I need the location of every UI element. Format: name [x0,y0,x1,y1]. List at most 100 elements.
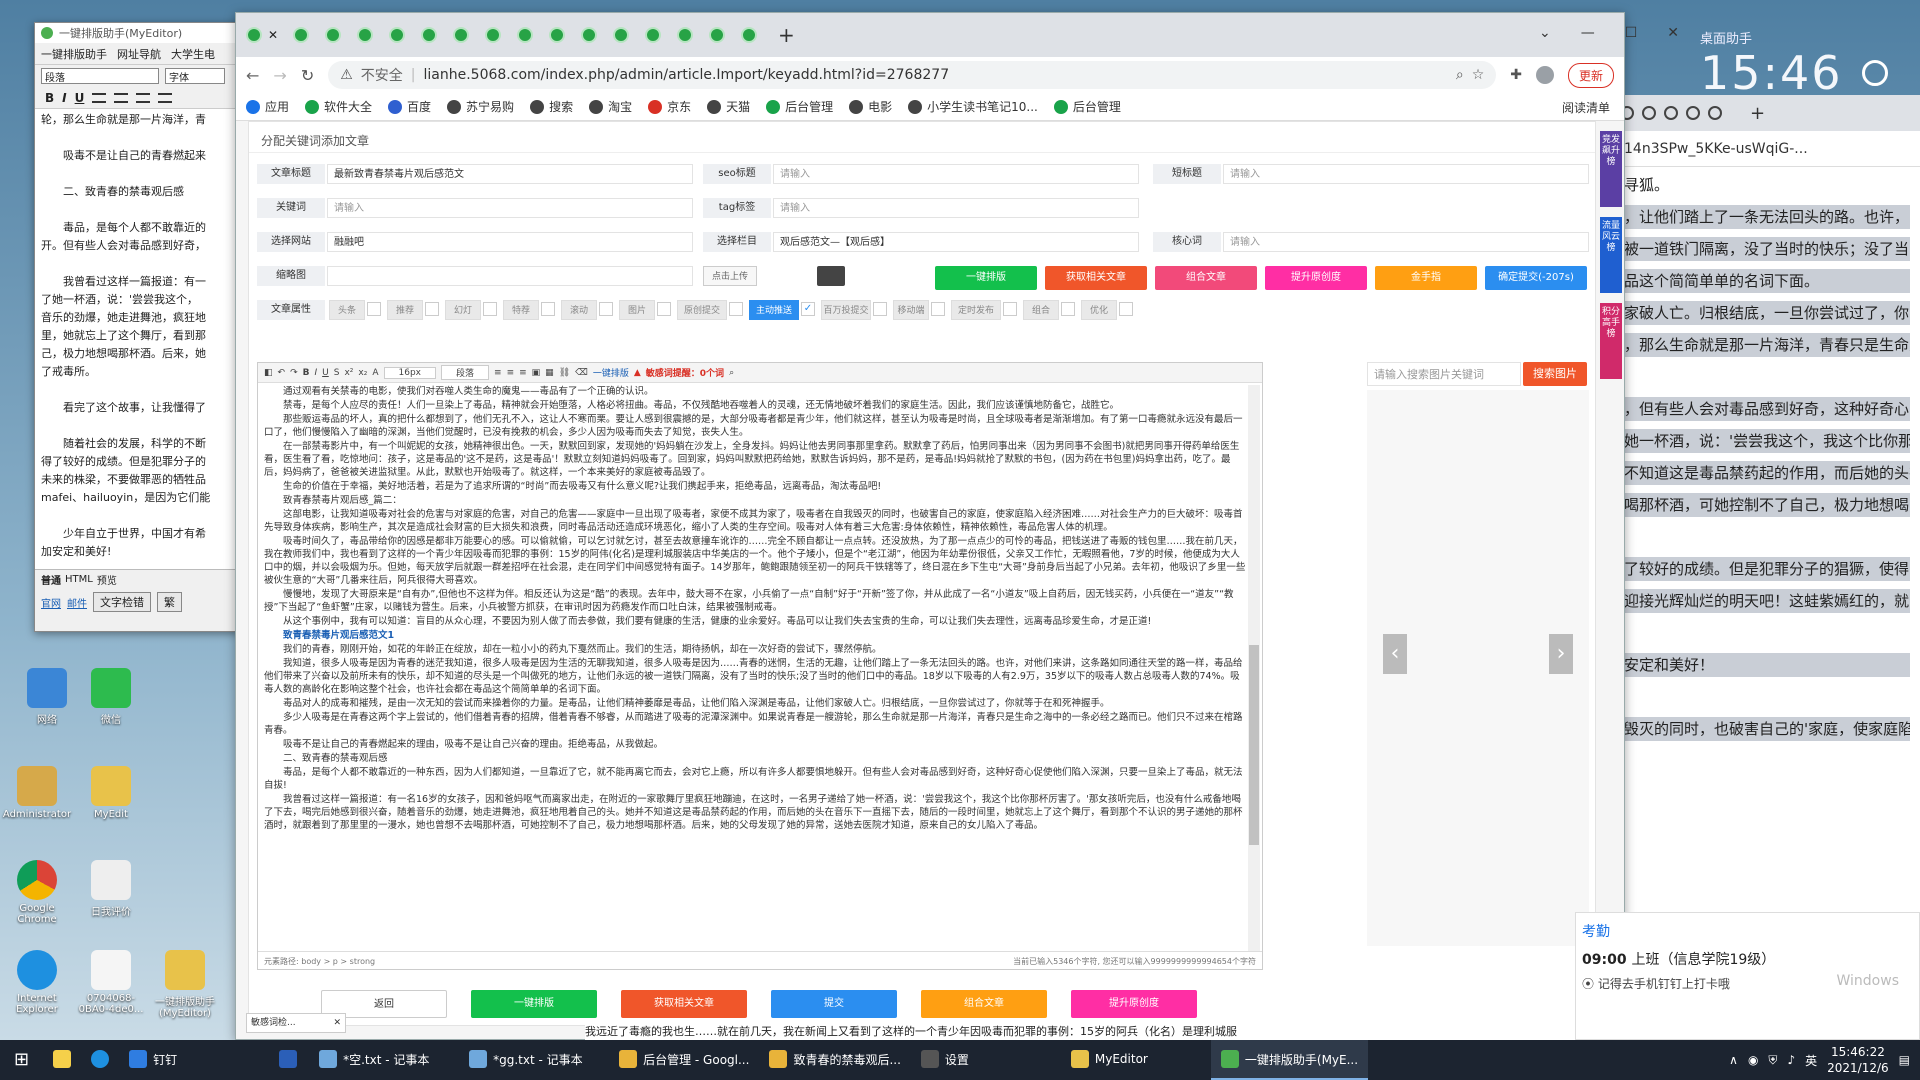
bottom-button[interactable]: 获取相关文章 [621,990,747,1018]
attribute-checkbox[interactable] [1061,302,1075,316]
bookmark-item[interactable]: 淘宝 [589,98,632,115]
bookmark-item[interactable]: 天猫 [707,98,750,115]
attribute-toggle[interactable]: 移动端 [893,300,929,320]
browser-tab[interactable]: ✕ [242,22,282,48]
browser-tab[interactable] [736,22,762,48]
attribute-toggle[interactable]: 头条 [329,300,365,320]
taskbar-window-button[interactable]: 后台管理 - Googl... [609,1040,759,1080]
desktop-icon-chrome[interactable]: Google Chrome [2,860,72,925]
editor-scrollbar[interactable] [1248,385,1260,951]
tray-up-icon[interactable]: ∧ [1729,1053,1738,1067]
bookmark-item[interactable]: 后台管理 [1053,98,1121,115]
attribute-toggle[interactable]: 优化 [1081,300,1117,320]
paragraph-select[interactable]: 段落 [41,68,159,84]
attribute-checkbox[interactable] [729,302,743,316]
side-rank-tab[interactable]: 流量风云榜 [1600,217,1622,293]
browser-tab[interactable] [672,22,698,48]
seo-input[interactable]: 请输入 [773,164,1139,184]
tray-volume-icon[interactable]: ♪ [1787,1053,1795,1067]
align-center-icon[interactable] [114,92,129,103]
short-title-input[interactable]: 请输入 [1223,164,1589,184]
browser-tab[interactable] [512,22,538,48]
attribute-toggle[interactable]: 滚动 [561,300,597,320]
extensions-icon[interactable]: ✚ [1510,67,1522,83]
start-button[interactable]: ⊞ [0,1040,43,1080]
bookmark-item[interactable]: 后台管理 [766,98,833,115]
bookmark-item[interactable]: 电影 [849,98,892,115]
tab-html[interactable]: HTML [65,574,93,585]
eraser-icon[interactable]: ⌫ [575,368,588,378]
desktop-icon-myedit[interactable]: MyEdit [76,766,146,820]
menu-item[interactable]: 一键排版助手 [41,46,107,62]
url-bar[interactable]: ⚠ 不安全 | lianhe.5068.com/index.php/admin/… [328,61,1497,89]
star-icon[interactable]: ☆ [1472,67,1485,83]
forward-icon[interactable]: → [273,66,286,85]
browser-tab[interactable] [704,22,730,48]
align-center-icon[interactable]: ≡ [507,368,515,378]
browser-tab[interactable] [544,22,570,48]
new-tab-button[interactable]: + [1750,103,1765,124]
bookmark-item[interactable]: 搜索 [530,98,573,115]
menu-item[interactable]: 网址导航 [117,46,161,62]
email-link[interactable]: 邮件 [67,595,87,610]
search-icon[interactable]: ⌕ [729,368,734,378]
bookmark-item[interactable]: 小学生读书笔记10... [908,98,1038,115]
desktop-icon-wechat[interactable]: 微信 [76,668,146,726]
desktop-icon-ie[interactable]: Internet Explorer [2,950,72,1015]
attribute-checkbox[interactable]: ✓ [801,302,815,316]
bottom-button[interactable]: 一键排版 [471,990,597,1018]
list-icon[interactable] [158,92,173,103]
next-image-arrow[interactable]: › [1549,634,1573,674]
paragraph-format-select[interactable]: 段落 [441,365,490,380]
redo-icon[interactable]: ↷ [290,368,298,378]
link-icon[interactable]: ⛓ [559,368,570,378]
table-icon[interactable]: ▦ [545,368,554,378]
action-button[interactable]: 一键排版 [935,266,1037,290]
font-select[interactable]: 字体 [165,68,225,84]
update-button[interactable]: 更新 [1567,62,1614,88]
tray-network-icon[interactable]: ◉ [1748,1053,1758,1067]
align-right-icon[interactable]: ≡ [519,368,527,378]
attribute-toggle[interactable]: 特荐 [503,300,539,320]
close-tab-icon[interactable]: ✕ [268,28,278,42]
taskbar-window-button[interactable]: 设置 [911,1040,1061,1080]
strikethrough-icon[interactable]: S [334,368,340,378]
attribute-checkbox[interactable] [873,302,887,316]
attribute-toggle[interactable]: 原创提交 [677,300,727,320]
taskbar-window-button[interactable]: MyEditor [1061,1040,1211,1080]
desktop-icon-administrator[interactable]: Administrator [2,766,72,820]
attribute-checkbox[interactable] [931,302,945,316]
bookmark-item[interactable]: 软件大全 [305,98,372,115]
minimize-icon[interactable]: — [1581,25,1595,41]
underline-icon[interactable]: U [322,368,329,378]
tab-search-icon[interactable]: ⌄ [1539,25,1551,41]
italic-icon[interactable]: I [314,368,317,378]
action-button[interactable]: 确定提交(-207s) [1485,266,1587,290]
browser-tab[interactable] [416,22,442,48]
taskbar-window-button[interactable]: 一键排版助手(MyE... [1210,1040,1369,1080]
profile-avatar[interactable] [1535,66,1554,84]
desktop-icon-myeditor[interactable]: 一键排版助手(MyEditor) [150,950,220,1019]
attribute-checkbox[interactable] [483,302,497,316]
taskbar-pinned[interactable] [43,1040,81,1080]
source-icon[interactable]: ◧ [264,368,273,378]
side-rank-tab[interactable]: 积分高手榜 [1600,303,1622,379]
mini-window[interactable]: 敏感词检... ✕ [246,1013,346,1033]
browser-tab[interactable] [480,22,506,48]
traditional-button[interactable]: 繁 [157,592,182,612]
bottom-button[interactable]: 组合文章 [921,990,1047,1018]
browser-tab[interactable] [448,22,474,48]
keyword-input[interactable]: 请输入 [327,198,693,218]
attribute-checkbox[interactable] [657,302,671,316]
browser-tab[interactable] [576,22,602,48]
bold-button[interactable]: B [45,91,54,105]
underline-button[interactable]: U [75,91,85,105]
align-right-icon[interactable] [136,92,151,103]
taskbar-pinned[interactable] [81,1040,119,1080]
back-icon[interactable]: ← [246,66,259,85]
attribute-checkbox[interactable] [367,302,381,316]
bookmark-item[interactable]: 应用 [246,98,289,115]
attribute-toggle[interactable]: 组合 [1023,300,1059,320]
editor-content[interactable]: 通过观看有关禁毒的电影，使我们对吞噬人类生命的魔鬼——毒品有了一个正确的认识。禁… [264,385,1246,951]
action-button[interactable]: 提升原创度 [1265,266,1367,290]
